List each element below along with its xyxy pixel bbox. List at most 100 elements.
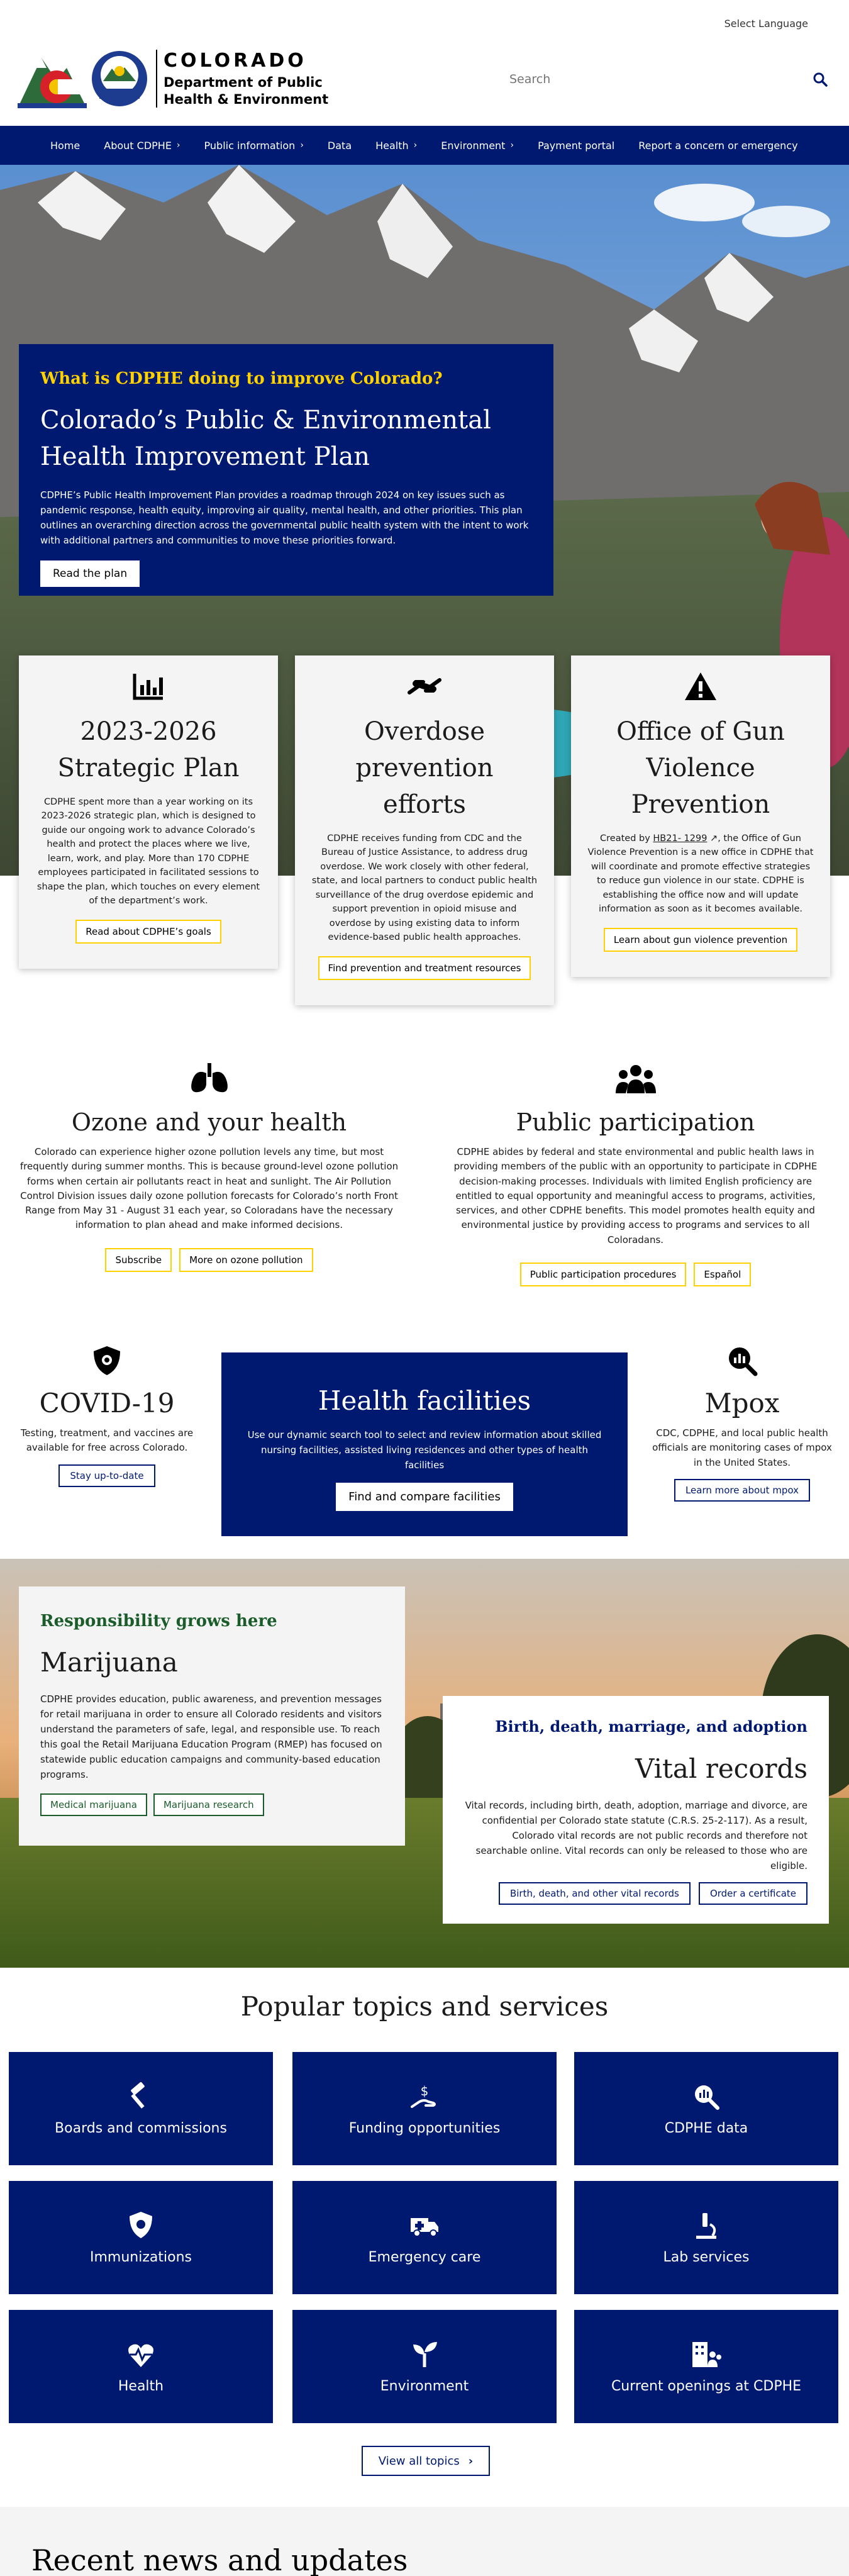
shield-virus-icon bbox=[94, 1346, 120, 1375]
marijuana-vital-section: Responsibility grows here Marijuana CDPH… bbox=[0, 1559, 849, 1968]
card-strategic-plan: 2023-2026 Strategic Plan CDPHE spent mor… bbox=[19, 655, 278, 969]
colorado-logo-icon bbox=[18, 58, 87, 108]
card-description: Created by HB21- 1299 ↗, the Office of G… bbox=[587, 832, 814, 917]
shield-virus-icon bbox=[130, 2211, 152, 2238]
nav-item-home[interactable]: Home bbox=[50, 140, 80, 152]
read-the-plan-button[interactable]: Read the plan bbox=[40, 560, 140, 587]
nav-item-public-information[interactable]: Public information › bbox=[204, 140, 304, 152]
read-goals-button[interactable]: Read about CDPHE’s goals bbox=[75, 919, 221, 944]
building-people-icon bbox=[692, 2341, 721, 2367]
nav-item-about-cdphe[interactable]: About CDPHE › bbox=[104, 140, 180, 152]
learn-more-mpox-button[interactable]: Learn more about mpox bbox=[674, 1478, 811, 1502]
tile-health[interactable]: Health bbox=[9, 2310, 273, 2423]
tile-icon-wrap bbox=[409, 2339, 440, 2370]
card-gun-violence-prevention: Office of Gun Violence Prevention Create… bbox=[571, 655, 830, 977]
tile-label: Health bbox=[118, 2378, 164, 2394]
learn-gun-violence-button[interactable]: Learn about gun violence prevention bbox=[603, 927, 798, 952]
mpox-section: Mpox CDC, CDPHE, and local public health… bbox=[648, 1345, 836, 1502]
health-facilities-title: Health facilities bbox=[318, 1385, 531, 1416]
popular-topics-title: Popular topics and services bbox=[240, 1991, 609, 2022]
tile-label: Lab services bbox=[663, 2249, 750, 2265]
tile-icon-wrap bbox=[691, 2211, 721, 2241]
vital-records-button[interactable]: Birth, death, and other vital records bbox=[498, 1882, 691, 1905]
tile-immunizations[interactable]: Immunizations bbox=[9, 2181, 273, 2294]
desc-post: , the Office of Gun Violence Prevention … bbox=[587, 834, 814, 915]
medical-marijuana-button[interactable]: Medical marijuana bbox=[40, 1793, 147, 1816]
nav-item-label: Environment bbox=[441, 139, 506, 152]
heart-pulse-icon bbox=[128, 2344, 153, 2367]
search-button[interactable] bbox=[804, 63, 836, 96]
ozone-description: Colorado can experience higher ozone pol… bbox=[19, 1146, 399, 1231]
tile-label: Environment bbox=[380, 2378, 469, 2394]
nav-item-data[interactable]: Data bbox=[328, 140, 352, 152]
tile-environment[interactable]: Environment bbox=[292, 2310, 557, 2423]
view-all-topics-button[interactable]: View all topics › bbox=[362, 2446, 490, 2476]
search-input[interactable] bbox=[503, 63, 836, 96]
nav-item-health[interactable]: Health › bbox=[375, 140, 417, 152]
external-link-icon: ↗ bbox=[707, 834, 718, 844]
more-ozone-button[interactable]: More on ozone pollution bbox=[179, 1247, 313, 1272]
order-certificate-button[interactable]: Order a certificate bbox=[698, 1882, 807, 1905]
card-title: Overdose prevention efforts bbox=[355, 717, 494, 819]
marijuana-eyebrow: Responsibility grows here bbox=[40, 1612, 277, 1631]
nav-item-report-a-concern-or-emergency[interactable]: Report a concern or emergency bbox=[638, 140, 797, 152]
covid-description: Testing, treatment, and vaccines are ava… bbox=[20, 1427, 194, 1454]
tile-icon-wrap bbox=[126, 2339, 156, 2370]
hero-title: Colorado’s Public & Environmental Health… bbox=[40, 406, 491, 471]
tile-lab-services[interactable]: Lab services bbox=[574, 2181, 838, 2294]
news-section: Recent news and updates bbox=[0, 2507, 849, 2576]
news-title: Recent news and updates bbox=[31, 2543, 408, 2576]
nav-item-label: Report a concern or emergency bbox=[638, 139, 798, 152]
tile-emergency-care[interactable]: Emergency care bbox=[292, 2181, 557, 2294]
language-selector[interactable]: Select Language bbox=[724, 18, 808, 30]
site-header: Select Language COLORADO Department of P… bbox=[0, 0, 849, 126]
nav-item-environment[interactable]: Environment › bbox=[441, 140, 514, 152]
card-title: 2023-2026 Strategic Plan bbox=[57, 717, 240, 783]
participation-procedures-button[interactable]: Public participation procedures bbox=[519, 1262, 687, 1286]
ozone-section: Ozone and your health Colorado can exper… bbox=[19, 1063, 399, 1272]
brand-dept-line1: Department of Public bbox=[164, 75, 323, 91]
covid-section: COVID-19 Testing, treatment, and vaccine… bbox=[13, 1345, 201, 1487]
tile-icon-wrap bbox=[126, 2211, 156, 2241]
hero-eyebrow: What is CDPHE doing to improve Colorado? bbox=[40, 369, 443, 388]
subscribe-button[interactable]: Subscribe bbox=[105, 1247, 172, 1272]
chart-search-icon bbox=[729, 1347, 758, 1376]
nav-item-label: Home bbox=[50, 139, 80, 152]
card-overdose-prevention: Overdose prevention efforts CDPHE receiv… bbox=[295, 655, 554, 1005]
marijuana-research-button[interactable]: Marijuana research bbox=[153, 1793, 264, 1816]
tile-cdphe-data[interactable]: CDPHE data bbox=[574, 2052, 838, 2165]
marijuana-callout: Responsibility grows here Marijuana CDPH… bbox=[19, 1586, 405, 1846]
hb21-1299-link[interactable]: HB21- 1299 bbox=[653, 834, 707, 844]
nav-item-label: Payment portal bbox=[538, 139, 615, 152]
chevron-right-icon: › bbox=[468, 2454, 474, 2468]
chart-search-icon bbox=[695, 2085, 719, 2110]
tile-icon-wrap bbox=[126, 2082, 156, 2112]
brand-dept-line2: Health & Environment bbox=[164, 91, 329, 107]
marijuana-title: Marijuana bbox=[40, 1647, 178, 1678]
tile-funding-opportunities[interactable]: $ Funding opportunities bbox=[292, 2052, 557, 2165]
tile-label: CDPHE data bbox=[664, 2120, 748, 2136]
health-facilities-description: Use our dynamic search tool to select an… bbox=[247, 1429, 602, 1471]
warning-icon bbox=[685, 672, 716, 700]
hero-callout: What is CDPHE doing to improve Colorado?… bbox=[19, 344, 553, 596]
participation-description: CDPHE abides by federal and state enviro… bbox=[453, 1146, 818, 1246]
espanol-button[interactable]: Español bbox=[694, 1262, 752, 1286]
health-facilities-section: Health facilities Use our dynamic search… bbox=[221, 1352, 628, 1536]
tile-current-openings-at-cdphe[interactable]: Current openings at CDPHE bbox=[574, 2310, 838, 2423]
brand-department: Department of Public Health & Environmen… bbox=[164, 74, 328, 108]
vital-records-description: Vital records, including birth, death, a… bbox=[465, 1800, 807, 1871]
nav-item-payment-portal[interactable]: Payment portal bbox=[538, 140, 614, 152]
find-prevention-resources-button[interactable]: Find prevention and treatment resources bbox=[318, 956, 531, 980]
nav-item-label: Health bbox=[375, 139, 409, 152]
find-compare-facilities-button[interactable]: Find and compare facilities bbox=[336, 1483, 513, 1511]
desc-pre: Created by bbox=[600, 834, 653, 844]
stay-up-to-date-button[interactable]: Stay up-to-date bbox=[58, 1464, 155, 1487]
view-all-label: View all topics bbox=[378, 2454, 460, 2468]
tile-label: Current openings at CDPHE bbox=[611, 2378, 802, 2394]
tile-boards-and-commissions[interactable]: Boards and commissions bbox=[9, 2052, 273, 2165]
site-logo[interactable]: COLORADO Department of Public Health & E… bbox=[18, 49, 328, 108]
chevron-right-icon: › bbox=[413, 140, 418, 150]
vital-records-eyebrow: Birth, death, marriage, and adoption bbox=[495, 1717, 807, 1736]
chevron-right-icon: › bbox=[510, 140, 514, 150]
chevron-right-icon: › bbox=[300, 140, 304, 150]
